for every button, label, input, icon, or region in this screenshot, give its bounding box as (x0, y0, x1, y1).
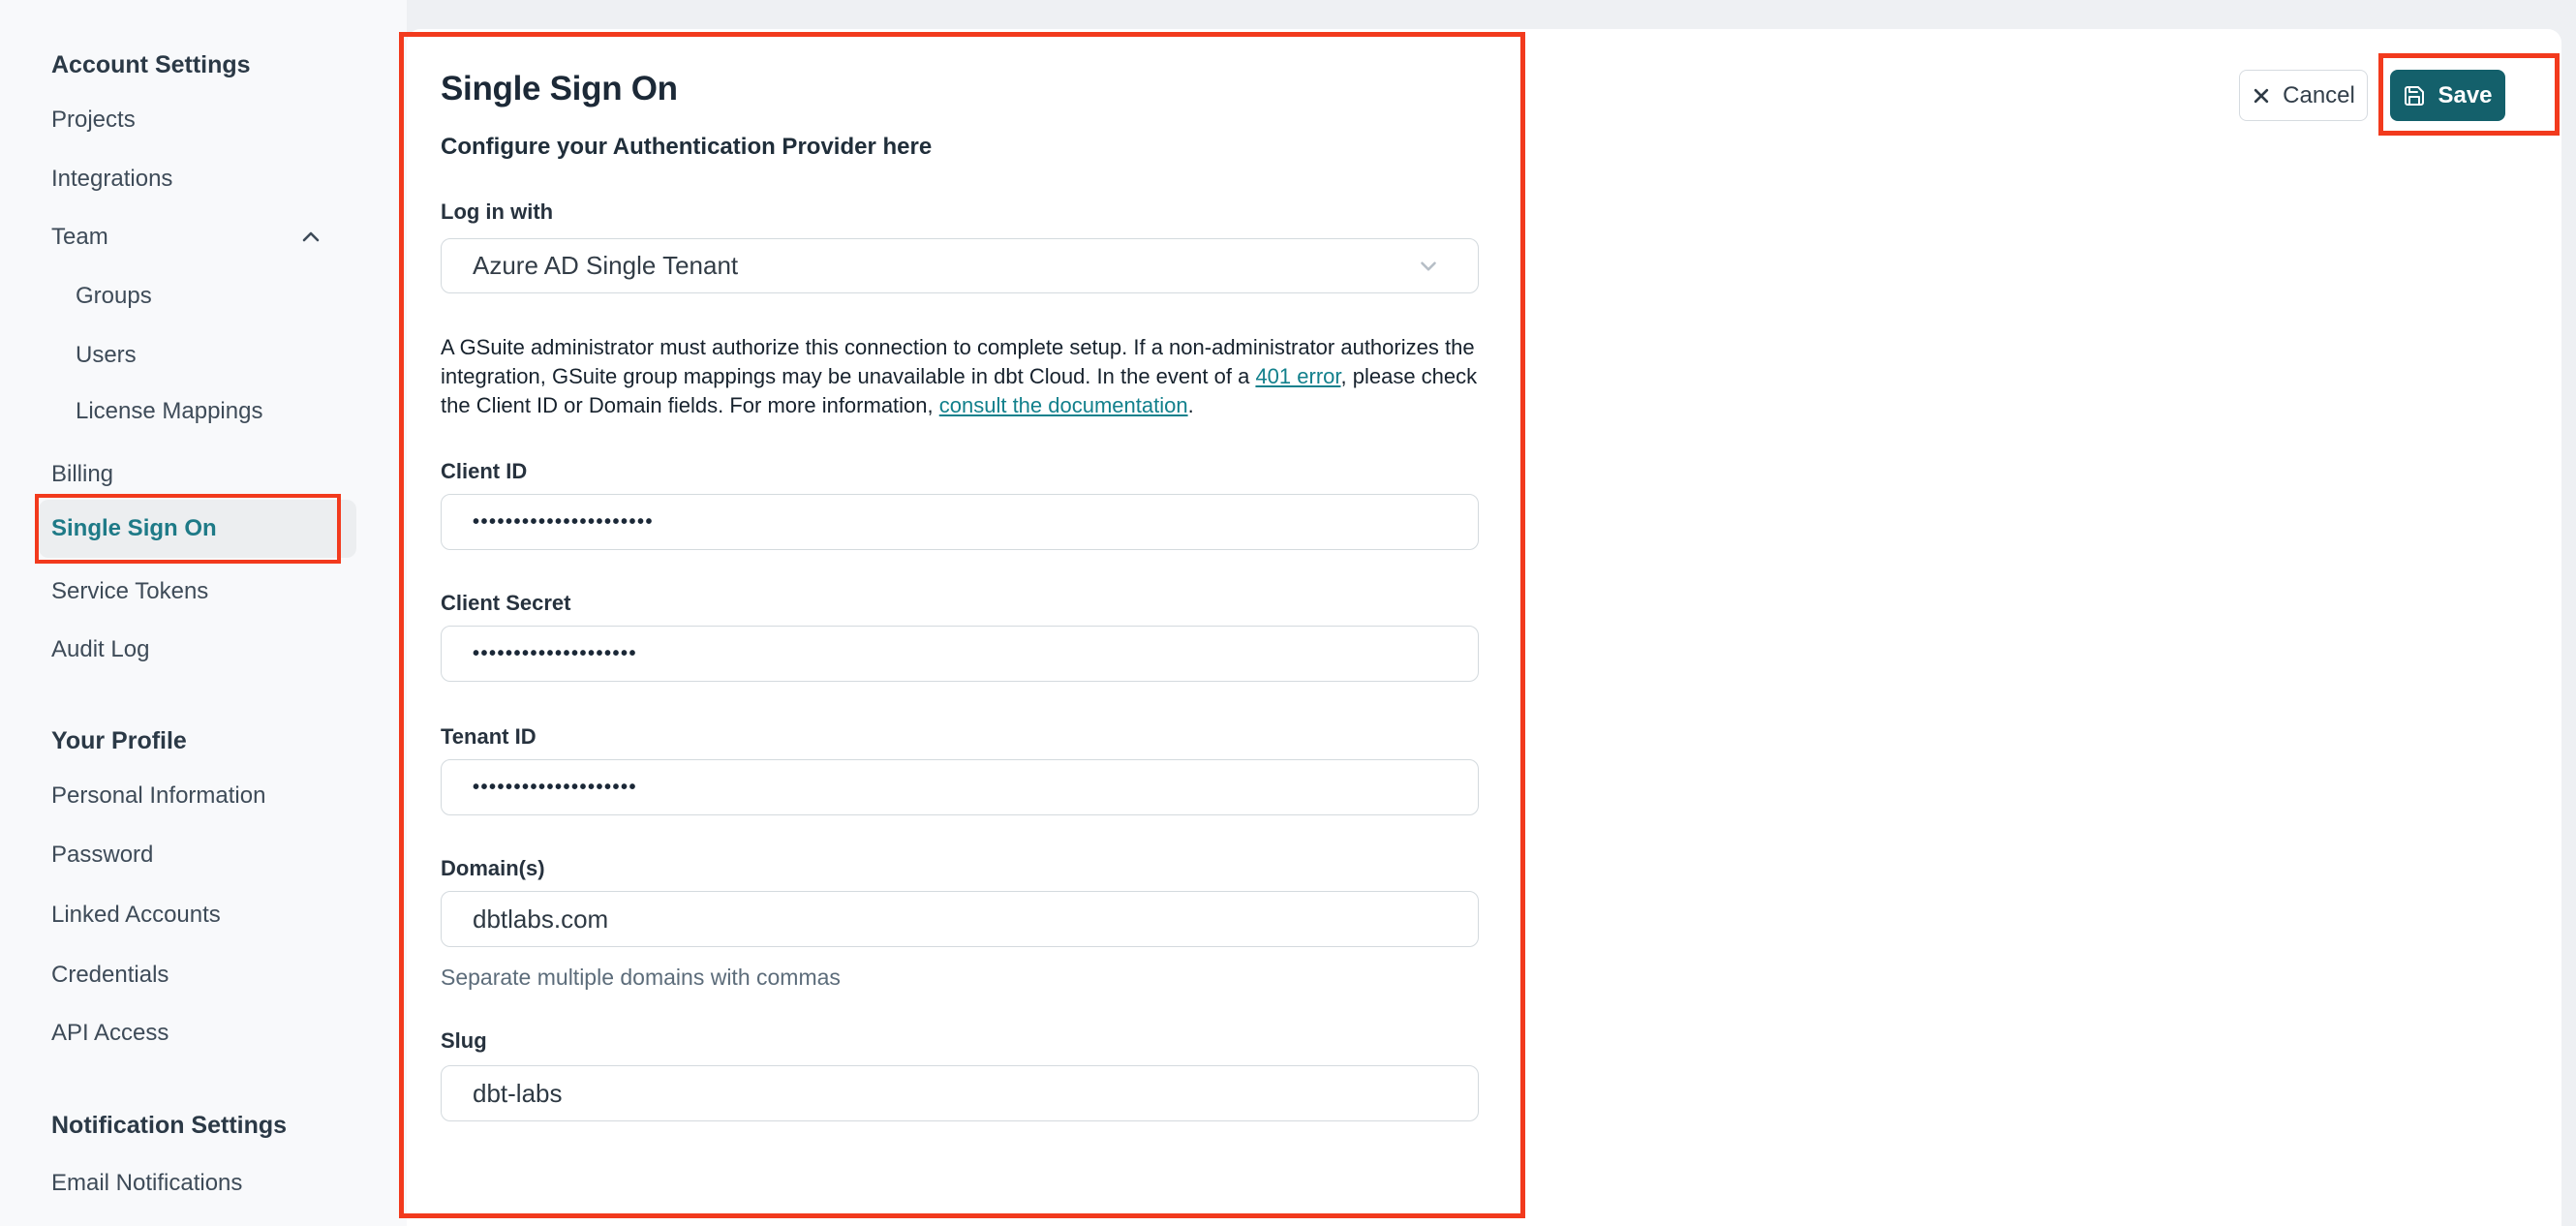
sidebar-section-account-settings: Account Settings (51, 50, 251, 78)
login-with-select[interactable]: Azure AD Single Tenant (441, 238, 1479, 293)
sidebar-item-license-mappings[interactable]: License Mappings (76, 383, 262, 441)
sidebar-item-email-notifications[interactable]: Email Notifications (51, 1154, 242, 1212)
sidebar-item-personal-information[interactable]: Personal Information (51, 767, 265, 825)
cancel-button[interactable]: Cancel (2239, 70, 2368, 121)
client-secret-input[interactable] (441, 626, 1479, 682)
link-401-error[interactable]: 401 error (1255, 364, 1340, 388)
client-id-input[interactable] (441, 494, 1479, 550)
page-title: Single Sign On (441, 70, 678, 107)
sidebar-item-team[interactable]: Team (51, 208, 322, 266)
sidebar-item-audit-log[interactable]: Audit Log (51, 621, 149, 679)
sidebar-item-api-access[interactable]: API Access (51, 1004, 169, 1062)
sidebar-item-single-sign-on-label: Single Sign On (51, 515, 217, 541)
slug-label: Slug (441, 1028, 487, 1053)
sidebar-item-single-sign-on[interactable]: Single Sign On (39, 500, 356, 558)
app-root: Account Settings Projects Integrations T… (0, 0, 2576, 1226)
sidebar-section-your-profile: Your Profile (51, 726, 187, 754)
sidebar-item-groups[interactable]: Groups (76, 267, 152, 325)
save-icon (2405, 85, 2425, 106)
slug-input[interactable] (441, 1065, 1479, 1121)
domains-helper-text: Separate multiple domains with commas (441, 965, 841, 990)
sidebar-item-team-label: Team (51, 224, 108, 250)
login-with-label: Log in with (441, 199, 554, 224)
page-subtitle: Configure your Authentication Provider h… (441, 134, 933, 160)
chevron-down-icon (1421, 261, 1436, 271)
sidebar-item-integrations[interactable]: Integrations (51, 150, 172, 208)
sidebar-section-notification-settings: Notification Settings (51, 1111, 288, 1139)
tenant-id-input[interactable] (441, 759, 1479, 815)
save-button-label: Save (2438, 81, 2493, 108)
client-id-label: Client ID (441, 459, 528, 483)
domains-input[interactable] (441, 891, 1479, 947)
sidebar-item-service-tokens[interactable]: Service Tokens (51, 563, 208, 621)
client-secret-label: Client Secret (441, 591, 571, 615)
login-with-selected-value: Azure AD Single Tenant (473, 251, 739, 280)
settings-sidebar: Account Settings Projects Integrations T… (0, 0, 407, 1226)
chevron-up-icon[interactable] (299, 226, 322, 249)
sidebar-item-credentials[interactable]: Credentials (51, 946, 169, 1004)
sidebar-item-billing[interactable]: Billing (51, 445, 113, 504)
gsuite-notice: A GSuite administrator must authorize th… (441, 333, 1501, 420)
close-icon (2254, 88, 2269, 103)
notice-text-3: . (1187, 393, 1194, 417)
cancel-button-label: Cancel (2283, 81, 2355, 108)
sidebar-item-users[interactable]: Users (76, 326, 137, 384)
link-consult-documentation[interactable]: consult the documentation (939, 393, 1188, 417)
sidebar-item-linked-accounts[interactable]: Linked Accounts (51, 886, 221, 944)
sidebar-item-projects[interactable]: Projects (51, 91, 136, 149)
domains-label: Domain(s) (441, 856, 545, 880)
sidebar-item-password[interactable]: Password (51, 826, 153, 884)
save-button[interactable]: Save (2390, 70, 2505, 121)
tenant-id-label: Tenant ID (441, 724, 537, 749)
